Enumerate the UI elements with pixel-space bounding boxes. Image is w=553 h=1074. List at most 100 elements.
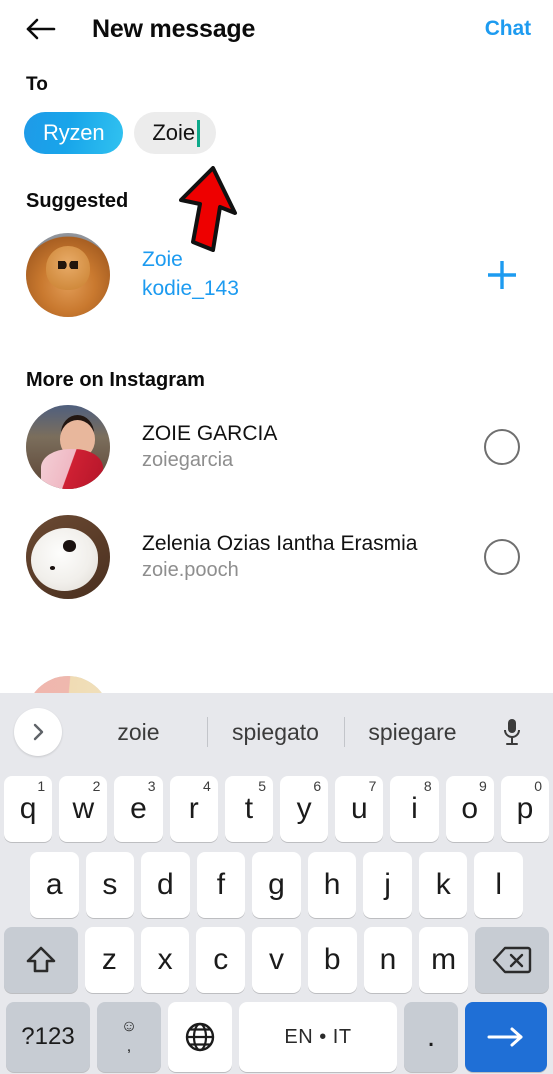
- key-b[interactable]: b: [307, 926, 357, 993]
- key-num: 6: [313, 778, 322, 794]
- key-i[interactable]: 8i: [390, 776, 439, 842]
- key-label: e: [130, 792, 147, 825]
- list-item-name: Zelenia Ozias Iantha Erasmia: [142, 531, 418, 555]
- page-title: New message: [92, 14, 256, 43]
- key-v[interactable]: v: [252, 926, 301, 993]
- key-g[interactable]: g: [252, 851, 301, 918]
- recipient-chips: Ryzen Zoie: [0, 96, 553, 156]
- key-q[interactable]: 1q: [3, 776, 53, 842]
- key-num: 7: [368, 778, 377, 794]
- key-num: 0: [534, 778, 543, 794]
- suggested-section-title: Suggested: [26, 190, 129, 212]
- app-header: New message Chat: [0, 0, 553, 58]
- key-o[interactable]: 9o: [445, 776, 494, 842]
- avatar: [26, 515, 110, 599]
- enter-key[interactable]: [465, 1002, 547, 1072]
- suggestion-item[interactable]: zoie: [70, 719, 207, 746]
- back-arrow-icon[interactable]: [24, 12, 58, 46]
- key-k[interactable]: k: [418, 851, 468, 918]
- comma-label: ,: [126, 1038, 132, 1055]
- space-key[interactable]: EN • IT: [239, 1002, 397, 1072]
- list-item-handle: zoiegarcia: [142, 449, 234, 472]
- backspace-key[interactable]: [475, 926, 550, 993]
- key-a[interactable]: a: [29, 851, 79, 918]
- avatar: [26, 405, 110, 489]
- key-s[interactable]: s: [85, 851, 135, 918]
- radio-circle-icon[interactable]: [484, 429, 520, 465]
- suggestion-item[interactable]: spiegato: [207, 719, 344, 746]
- radio-circle-icon[interactable]: [484, 539, 520, 575]
- shift-arrow-icon: [26, 946, 56, 972]
- key-w[interactable]: 2w: [59, 776, 108, 842]
- list-item-action: [475, 429, 529, 465]
- recipient-input-text: Zoie: [152, 120, 196, 145]
- suggestion-list: zoie spiegato spiegare: [62, 719, 489, 746]
- key-label: u: [350, 792, 368, 825]
- recipient-input-chip[interactable]: Zoie: [134, 112, 217, 154]
- language-key[interactable]: [168, 1002, 232, 1072]
- key-f[interactable]: f: [196, 851, 246, 918]
- key-n[interactable]: n: [363, 926, 413, 993]
- list-item-name: Zoie: [142, 248, 183, 272]
- key-label: p: [516, 792, 534, 825]
- backspace-icon: [492, 946, 532, 973]
- emoji-smiley-icon: ☺: [120, 1018, 138, 1035]
- key-label: q: [19, 792, 37, 825]
- key-y[interactable]: 6y: [280, 776, 329, 842]
- keyboard-row-3: z x c v b n m: [0, 922, 553, 997]
- microphone-icon[interactable]: [489, 708, 535, 756]
- key-u[interactable]: 7u: [335, 776, 384, 842]
- list-item-name: ZOIE GARCIA: [142, 421, 278, 445]
- key-label: y: [296, 792, 312, 825]
- plus-icon[interactable]: [482, 255, 522, 295]
- avatar: [26, 233, 110, 317]
- globe-language-icon: [185, 1022, 215, 1052]
- shift-key[interactable]: [3, 926, 78, 993]
- key-num: 9: [479, 778, 487, 794]
- key-num: 3: [147, 778, 156, 794]
- list-item-handle: kodie_143: [142, 277, 239, 300]
- key-num: 8: [423, 778, 432, 794]
- period-key[interactable]: .: [404, 1002, 458, 1072]
- key-m[interactable]: m: [419, 926, 469, 993]
- key-num: 2: [92, 778, 101, 794]
- key-num: 1: [37, 778, 46, 794]
- chat-button[interactable]: Chat: [485, 17, 531, 41]
- key-label: r: [188, 792, 199, 825]
- key-c[interactable]: c: [196, 926, 246, 993]
- keyboard-row-2: a s d f g h j k l: [0, 847, 553, 922]
- list-item[interactable]: Zoie kodie_143: [0, 223, 553, 327]
- key-z[interactable]: z: [84, 926, 134, 993]
- key-j[interactable]: j: [363, 851, 412, 918]
- keyboard-suggestion-bar: zoie spiegato spiegare: [0, 693, 553, 771]
- list-item-text: Zelenia Ozias Iantha Erasmia zoie.pooch: [110, 530, 475, 585]
- key-label: o: [461, 792, 479, 825]
- key-t[interactable]: 5t: [224, 776, 273, 842]
- recipient-chip-selected[interactable]: Ryzen: [24, 112, 124, 154]
- list-item[interactable]: Zelenia Ozias Iantha Erasmia zoie.pooch: [0, 502, 553, 612]
- key-h[interactable]: h: [307, 851, 357, 918]
- text-caret: [197, 119, 201, 147]
- key-e[interactable]: 3e: [114, 776, 163, 842]
- key-l[interactable]: l: [474, 851, 524, 918]
- key-d[interactable]: d: [141, 851, 190, 918]
- key-x[interactable]: x: [140, 926, 190, 993]
- list-item[interactable]: ZOIE GARCIA zoiegarcia: [0, 392, 553, 502]
- suggestion-item[interactable]: spiegare: [344, 719, 481, 746]
- keyboard-row-1: 1q 2w 3e 4r 5t 6y 7u 8i 9o 0p: [0, 771, 553, 847]
- on-screen-keyboard: zoie spiegato spiegare 1q 2w 3e 4r 5t 6y…: [0, 693, 553, 1074]
- more-section-title: More on Instagram: [26, 369, 205, 391]
- new-message-screen: New message Chat To Ryzen Zoie Suggested…: [0, 0, 553, 1074]
- key-label: i: [411, 792, 418, 825]
- symbols-key[interactable]: ?123: [6, 1002, 90, 1072]
- list-item-text: ZOIE GARCIA zoiegarcia: [110, 420, 475, 475]
- keyboard-row-4: ?123 ☺ , EN • IT .: [0, 997, 553, 1074]
- key-num: 5: [258, 778, 266, 794]
- key-r[interactable]: 4r: [169, 776, 218, 842]
- key-p[interactable]: 0p: [500, 776, 550, 842]
- list-item-action: [475, 539, 529, 575]
- emoji-key[interactable]: ☺ ,: [97, 1002, 161, 1072]
- list-item-action: [475, 255, 529, 295]
- key-label: w: [72, 792, 95, 825]
- chevron-right-icon[interactable]: [14, 708, 62, 756]
